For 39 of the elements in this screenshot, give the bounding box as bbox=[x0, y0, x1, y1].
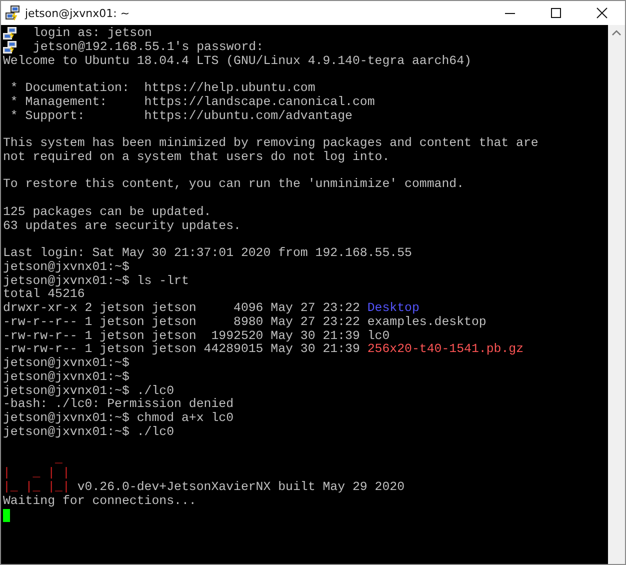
logo-art: | _ | | bbox=[3, 467, 70, 481]
file-name: 256x20-t40-1541.pb.gz bbox=[367, 343, 524, 357]
terminal-text: jetson@jxvnx01:~$ bbox=[3, 357, 130, 371]
terminal-text: * Documentation: https://help.ubuntu.com bbox=[9, 82, 316, 96]
terminal-text: Last login: Sat May 30 21:37:01 2020 from 192.168.55.55 bbox=[3, 247, 412, 261]
terminal-text: total 45216 bbox=[3, 288, 85, 302]
text-cursor bbox=[3, 508, 10, 522]
terminal-text: Welcome to Ubuntu 18.04.4 LTS (GNU/Linux 4.9.140-tegra aarch64) bbox=[3, 54, 472, 68]
computers-icon bbox=[5, 5, 21, 21]
terminal-text: 63 updates are security updates. bbox=[3, 220, 241, 234]
terminal-text: not required on a system that users do not log into. bbox=[3, 150, 390, 164]
scroll-up-icon[interactable] bbox=[612, 30, 621, 36]
computers-icon bbox=[3, 27, 17, 40]
terminal-text: login as: jetson bbox=[33, 27, 152, 41]
terminal-text: jetson@jxvnx01:~$ bbox=[3, 260, 130, 274]
logo-art: |_ |_ |_| bbox=[3, 480, 70, 494]
terminal-text: -bash: ./lc0: Permission denied bbox=[3, 398, 234, 412]
terminal-text: v0.26.0-dev+JetsonXavierNX built May 29 2020 bbox=[76, 480, 405, 494]
logo-art: _ bbox=[54, 453, 62, 467]
terminal-text: * Management: https://landscape.canonical.com bbox=[9, 96, 375, 110]
terminal-text: To restore this content, you can run the 'unminimize' command. bbox=[3, 178, 464, 192]
terminal-text: -rw-rw-r-- 1 jetson jetson 1992520 May 30 21:39 lc0 bbox=[3, 330, 390, 343]
terminal-text: * Support: https://ubuntu.com/advantage bbox=[9, 110, 352, 124]
terminal-text: jetson@jxvnx01:~$ ls -lrt bbox=[3, 274, 189, 288]
terminal-text: This system has been minimized by removing packages and content that are bbox=[3, 137, 538, 151]
terminal-text: jetson@jxvnx01:~$ ./lc0 bbox=[3, 426, 174, 440]
window-title: jetson@jxvnx01: ~ bbox=[25, 6, 130, 20]
terminal-text: drwxr-xr-x 2 jetson jetson 4096 May 27 23:22 bbox=[3, 302, 361, 316]
terminal-text: jetson@jxvnx01:~$ bbox=[3, 370, 130, 384]
terminal-text: jetson@192.168.55.1's password: bbox=[33, 40, 264, 54]
terminal-text: Waiting for connections... bbox=[3, 494, 196, 508]
scrollbar[interactable] bbox=[608, 25, 625, 564]
terminal-text: 125 packages can be updated. bbox=[3, 206, 212, 220]
terminal-text: jetson@jxvnx01:~$ ./lc0 bbox=[3, 384, 174, 398]
terminal-text: -rw-rw-r-- 1 jetson jetson 44289015 May 30 21:39 bbox=[3, 343, 361, 357]
terminal-text: jetson@jxvnx01:~$ chmod a+x lc0 bbox=[3, 412, 234, 426]
terminal-text: -rw-r--r-- 1 jetson jetson 8980 May 27 23:22 examples.desktop bbox=[3, 316, 486, 330]
computers-icon bbox=[3, 41, 17, 54]
directory-name: Desktop bbox=[367, 302, 420, 316]
